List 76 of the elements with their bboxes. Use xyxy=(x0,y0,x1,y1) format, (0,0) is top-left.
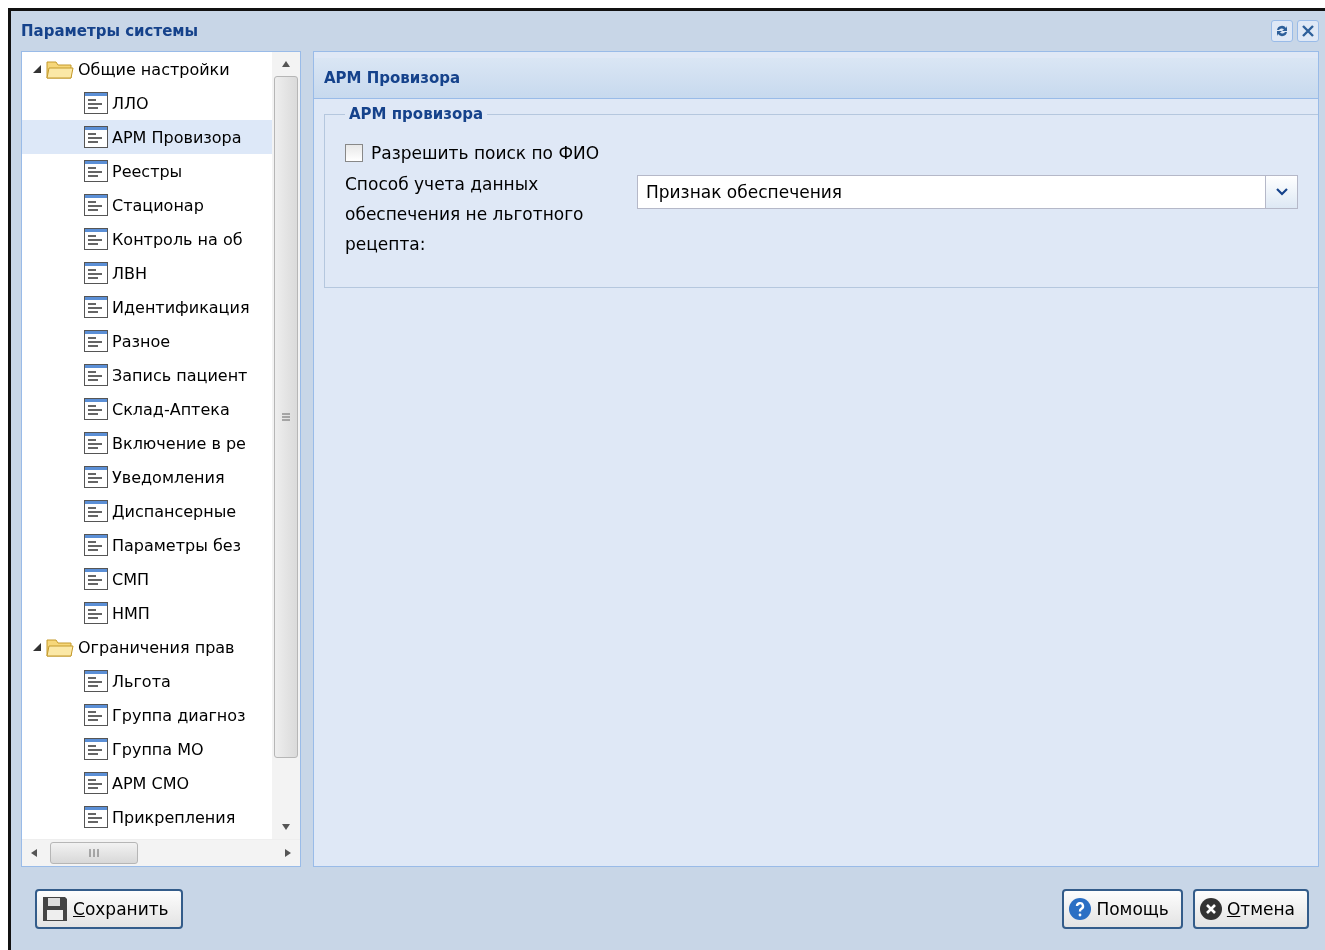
cancel-button[interactable]: Отмена xyxy=(1192,888,1309,929)
horizontal-scrollbar[interactable] xyxy=(22,839,300,866)
grip-icon xyxy=(281,412,291,422)
close-button[interactable] xyxy=(1297,20,1319,42)
tree-item[interactable]: ЛВН xyxy=(22,256,272,290)
chevron-down-icon xyxy=(1275,188,1288,196)
tree-item[interactable]: ЛЛО xyxy=(22,86,272,120)
checkbox[interactable] xyxy=(345,144,363,162)
tree-item[interactable]: Прикрепления xyxy=(22,800,272,834)
save-button[interactable]: Сохранить xyxy=(35,888,183,929)
close-circle-icon xyxy=(1198,896,1223,921)
grip-icon xyxy=(88,848,100,858)
list-document-icon xyxy=(84,806,108,828)
fieldset-legend: АРМ провизора xyxy=(345,105,488,123)
panel-title: АРМ Провизора xyxy=(324,69,461,87)
tree-item[interactable]: АРМ СМО xyxy=(22,766,272,800)
scroll-down-arrow-icon[interactable] xyxy=(281,823,291,831)
tree-item[interactable]: НМП xyxy=(22,596,272,630)
help-icon xyxy=(1068,896,1093,921)
list-document-icon xyxy=(84,364,108,386)
folder-icon xyxy=(46,636,74,658)
list-document-icon xyxy=(84,262,108,284)
list-document-icon xyxy=(84,194,108,216)
folder-icon xyxy=(46,58,74,80)
scroll-thumb[interactable] xyxy=(50,842,138,864)
expanded-triangle-icon[interactable] xyxy=(32,64,42,74)
list-document-icon xyxy=(84,670,108,692)
tree-item[interactable]: Идентификация xyxy=(22,290,272,324)
tree-item[interactable]: Включение в ре xyxy=(22,426,272,460)
tree-item[interactable]: Льгота xyxy=(22,664,272,698)
list-document-icon xyxy=(84,126,108,148)
refresh-button[interactable] xyxy=(1271,20,1293,42)
scroll-right-arrow-icon[interactable] xyxy=(284,848,292,858)
list-document-icon xyxy=(84,500,108,522)
tree-item[interactable]: Склад-Аптека xyxy=(22,392,272,426)
field-label: Способ учета данных обеспечения не льготного рецепта: xyxy=(345,173,585,256)
tree-node[interactable]: Ограничения прав xyxy=(22,630,272,664)
tree-item[interactable]: Запись пациент xyxy=(22,358,272,392)
window-title: Параметры системы xyxy=(21,22,199,40)
list-document-icon xyxy=(84,602,108,624)
close-icon xyxy=(1301,24,1315,38)
scroll-left-arrow-icon[interactable] xyxy=(30,848,38,858)
tree-item[interactable]: Группа МО xyxy=(22,732,272,766)
list-document-icon xyxy=(84,160,108,182)
tree-item[interactable]: Стационар xyxy=(22,188,272,222)
list-document-icon xyxy=(84,330,108,352)
list-document-icon xyxy=(84,466,108,488)
list-document-icon xyxy=(84,568,108,590)
refresh-icon xyxy=(1275,24,1289,38)
tree-item[interactable]: Разное xyxy=(22,324,272,358)
tree-item[interactable]: Группа диагноз xyxy=(22,698,272,732)
list-document-icon xyxy=(84,432,108,454)
tree-item[interactable]: Уведомления xyxy=(22,460,272,494)
list-document-icon xyxy=(84,92,108,114)
list-document-icon xyxy=(84,772,108,794)
checkbox-label: Разрешить поиск по ФИО xyxy=(371,143,600,163)
tree-item[interactable]: Диспансерные xyxy=(22,494,272,528)
scroll-thumb[interactable] xyxy=(274,76,298,758)
tree-item[interactable]: Реестры xyxy=(22,154,272,188)
list-document-icon xyxy=(84,228,108,250)
list-document-icon xyxy=(84,296,108,318)
list-document-icon xyxy=(84,534,108,556)
help-button[interactable]: Помощь xyxy=(1062,888,1183,929)
select-field[interactable]: Признак обеспечения xyxy=(637,175,1298,209)
scroll-up-arrow-icon[interactable] xyxy=(281,60,291,68)
tree-item[interactable]: СМП xyxy=(22,562,272,596)
vertical-scrollbar[interactable] xyxy=(272,52,300,839)
list-document-icon xyxy=(84,738,108,760)
tree-item[interactable]: АРМ Провизора xyxy=(22,120,272,154)
list-document-icon xyxy=(84,704,108,726)
dropdown-button[interactable] xyxy=(1265,176,1297,208)
tree-node[interactable]: Общие настройки xyxy=(22,52,272,86)
tree-item[interactable]: Контроль на об xyxy=(22,222,272,256)
tree-item[interactable]: Параметры без xyxy=(22,528,272,562)
list-document-icon xyxy=(84,398,108,420)
expanded-triangle-icon[interactable] xyxy=(32,642,42,652)
